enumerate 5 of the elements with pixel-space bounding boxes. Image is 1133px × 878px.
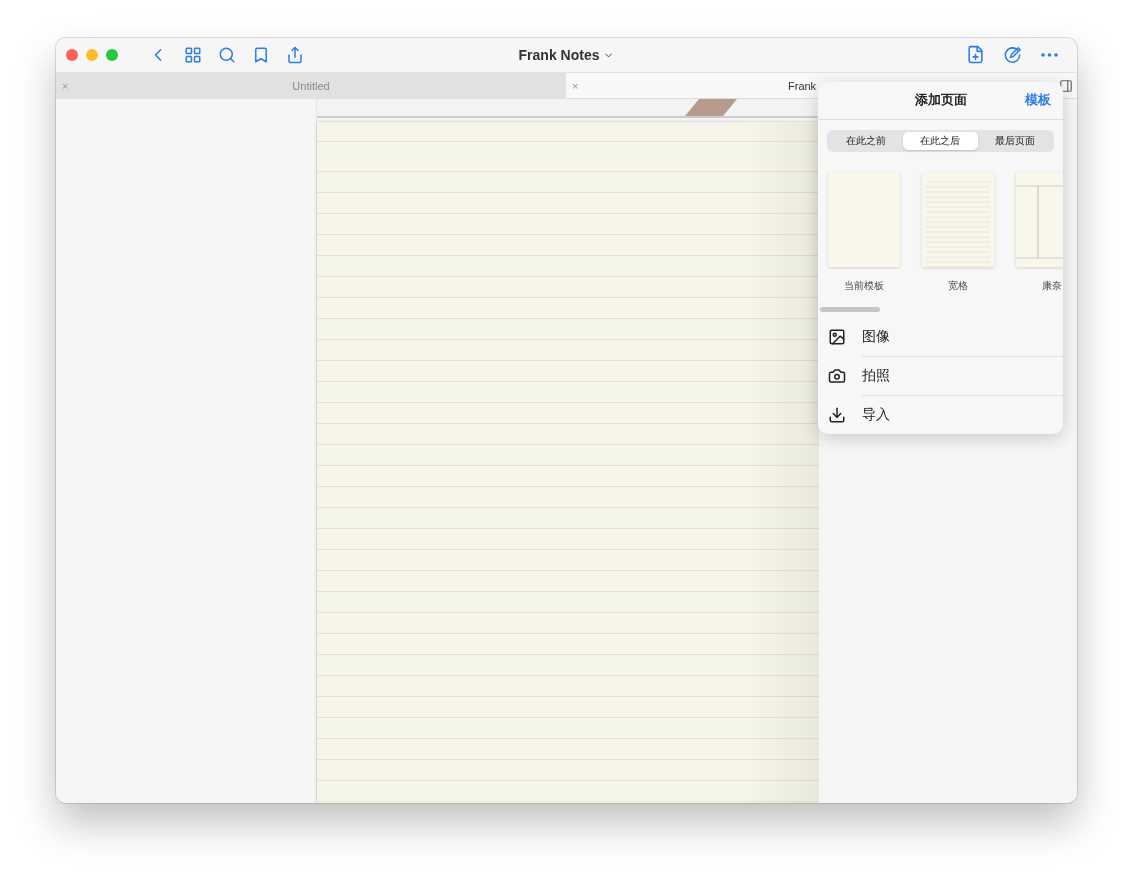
template-label: 当前模板 xyxy=(844,279,884,294)
tab-label: Frank xyxy=(788,79,817,92)
tab-label: Untitled xyxy=(292,79,330,92)
template-label: 康奈 xyxy=(1042,279,1062,294)
template-label: 宽格 xyxy=(948,279,968,294)
